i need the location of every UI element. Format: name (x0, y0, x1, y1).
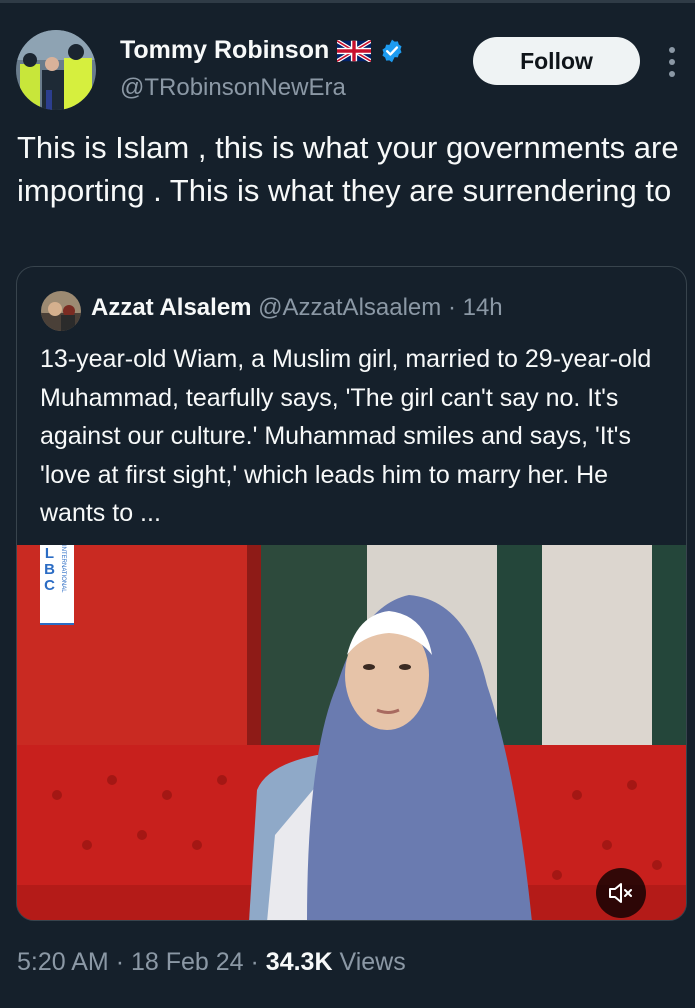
author-avatar[interactable] (16, 30, 96, 110)
tweet-time[interactable]: 5:20 AM (17, 948, 109, 976)
quote-video[interactable]: LBC INTERNATIONAL (17, 545, 686, 920)
more-options-icon[interactable] (662, 44, 682, 80)
quote-timestamp[interactable]: 14h (463, 294, 503, 321)
quoted-tweet-card[interactable]: Azzat Alsalem @AzzatAlsaalem · 14h 13-ye… (16, 266, 687, 921)
lbc-logo: LBC INTERNATIONAL (40, 545, 74, 625)
lbc-logo-subtitle: INTERNATIONAL (60, 545, 66, 593)
quote-separator: · (447, 294, 456, 321)
tweet-date[interactable]: 18 Feb 24 (131, 948, 244, 976)
mute-button[interactable] (596, 868, 646, 918)
views-count[interactable]: 34.3K (266, 948, 333, 976)
author-name-row: Tommy Robinson (120, 36, 405, 65)
top-divider (0, 0, 695, 3)
tweet-text: This is Islam , this is what your govern… (17, 130, 679, 208)
follow-button[interactable]: Follow (473, 37, 640, 85)
author-name[interactable]: Tommy Robinson (120, 36, 329, 65)
author-handle[interactable]: @TRobinsonNewEra (120, 74, 346, 102)
footer-separator: · (250, 948, 259, 976)
quote-meta: Azzat Alsalem @AzzatAlsaalem · 14h (91, 294, 503, 322)
uk-flag-icon (337, 39, 372, 62)
tweet-footer: 5:20 AM · 18 Feb 24 · 34.3K Views (17, 948, 406, 977)
views-label: Views (339, 948, 406, 976)
quote-author-name[interactable]: Azzat Alsalem (91, 294, 252, 321)
volume-muted-icon (609, 883, 632, 903)
quote-author-handle[interactable]: @AzzatAlsaalem (258, 294, 441, 321)
footer-separator: · (115, 948, 125, 976)
quote-text: 13-year-old Wiam, a Muslim girl, married… (40, 345, 652, 527)
quote-author-avatar[interactable] (41, 291, 81, 331)
lbc-logo-letters: LBC (41, 545, 58, 593)
verified-badge-icon (382, 39, 402, 62)
